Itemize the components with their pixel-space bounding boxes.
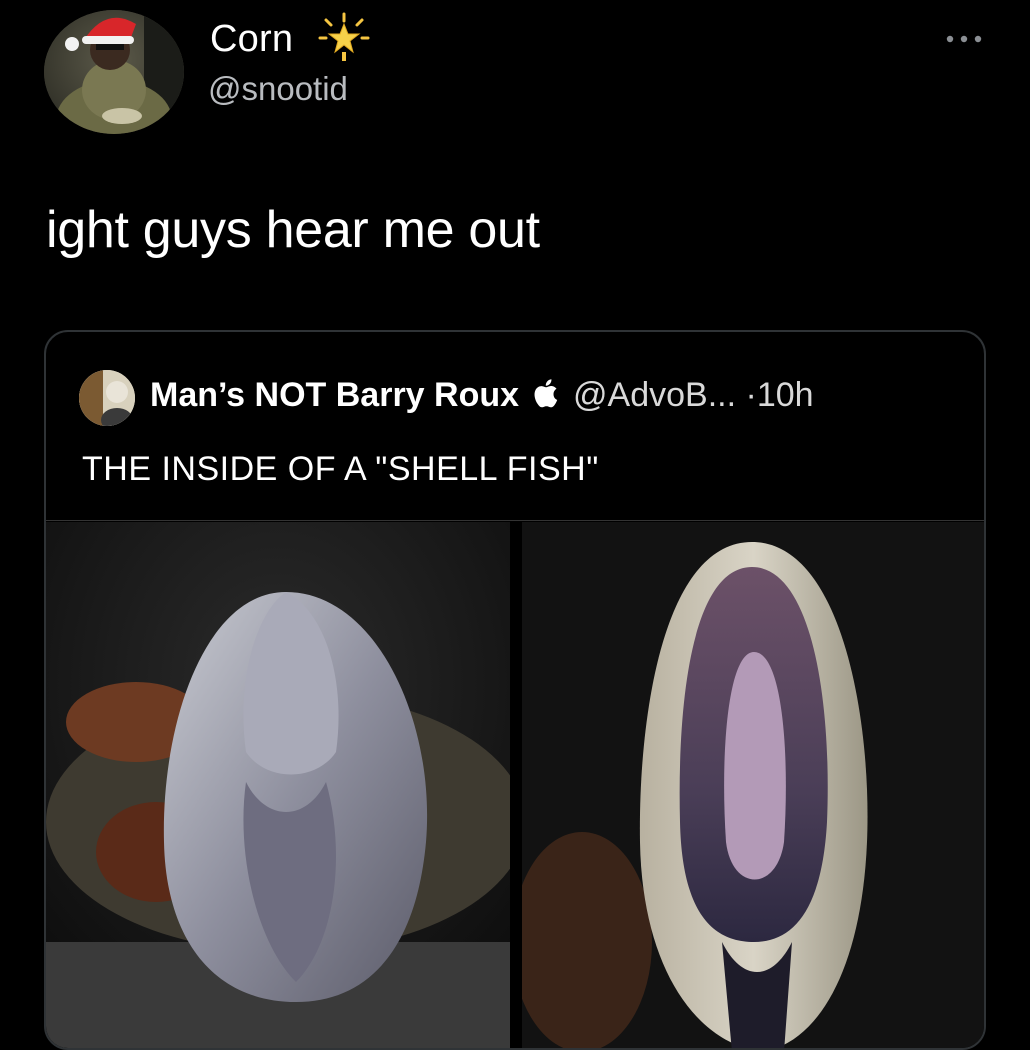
quoted-author-avatar[interactable] (79, 370, 135, 426)
media-divider (46, 520, 984, 521)
quoted-tweet-time[interactable]: 10h (757, 376, 814, 414)
quoted-author-handle[interactable]: @AdvoB... (573, 376, 736, 414)
author-avatar[interactable] (44, 10, 184, 134)
photo-shellfish-closed[interactable] (46, 522, 510, 1048)
author-handle[interactable]: @snootid (208, 70, 348, 108)
author-display-name[interactable]: Corn (210, 18, 293, 61)
quoted-tweet-card[interactable]: Man’s NOT Barry Roux @AdvoB... ·10h THE … (44, 330, 986, 1050)
star-badge-icon (318, 12, 370, 61)
quoted-author-display-name[interactable]: Man’s NOT Barry Roux (150, 376, 519, 414)
quoted-tweet-header: Man’s NOT Barry Roux @AdvoB... ·10h (150, 376, 814, 415)
more-dots-icon[interactable] (944, 34, 984, 44)
photo-shellfish-open[interactable] (522, 522, 984, 1048)
separator-dot: · (745, 376, 757, 414)
quoted-tweet-text: THE INSIDE OF A "SHELL FISH" (82, 450, 599, 488)
apple-logo-icon (534, 379, 558, 408)
tweet-text: ight guys hear me out (46, 201, 540, 259)
